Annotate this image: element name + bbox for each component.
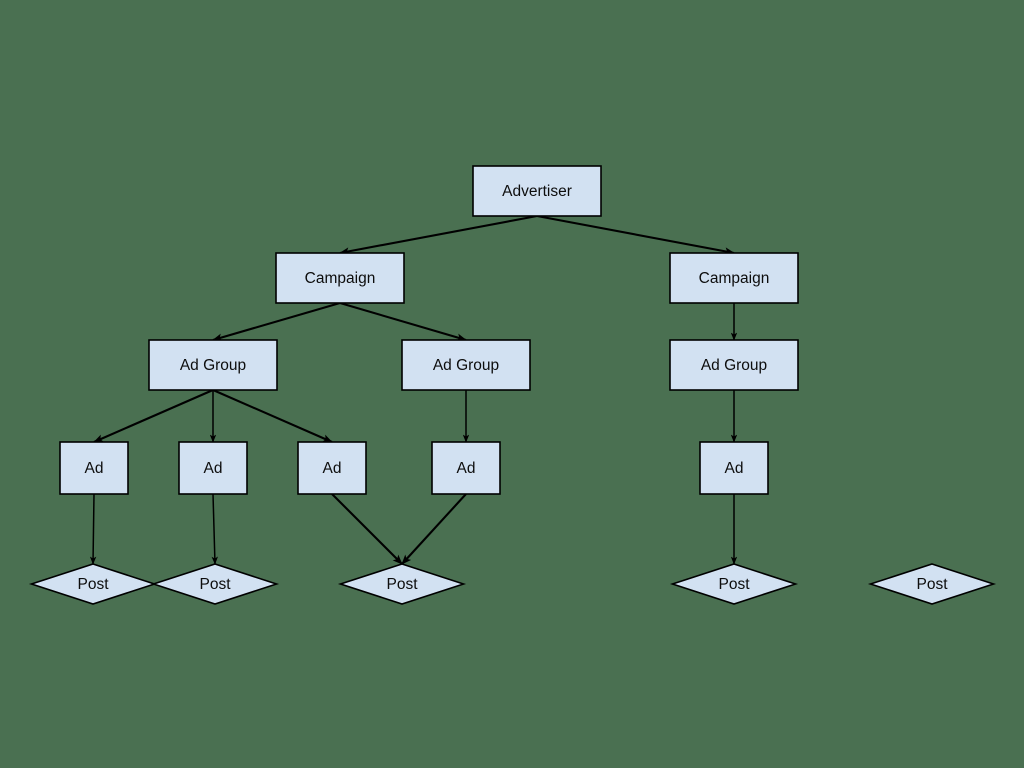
node-label: Ad [85, 460, 104, 477]
node-campaign-2[interactable]: Campaign [669, 252, 799, 304]
node-campaign-1[interactable]: Campaign [275, 252, 405, 304]
edge-line [339, 301, 467, 342]
node-post-4[interactable]: Post [669, 563, 799, 605]
node-ad-1[interactable]: Ad [59, 441, 129, 495]
node-label: Ad [323, 460, 342, 477]
node-ad-4[interactable]: Ad [431, 441, 501, 495]
edge-line [331, 493, 403, 565]
node-label: Post [199, 576, 231, 593]
node-post-1[interactable]: Post [28, 563, 158, 605]
node-post-2[interactable]: Post [150, 563, 280, 605]
edge-adgroup-1-to-ad-1 [93, 389, 214, 443]
edge-line [93, 389, 214, 443]
node-label: Ad Group [180, 357, 246, 374]
edge-line [401, 493, 467, 565]
edge-ad-4-to-post-3 [401, 493, 467, 565]
edge-campaign-1-to-adgroup-1 [212, 301, 341, 342]
edge-line [212, 389, 333, 443]
edge-line [212, 301, 341, 342]
node-label: Ad Group [701, 357, 767, 374]
node-label: Ad [457, 460, 476, 477]
node-adgroup-3[interactable]: Ad Group [669, 339, 799, 391]
node-post-3[interactable]: Post [337, 563, 467, 605]
edge-advertiser-1-to-campaign-2 [536, 214, 735, 256]
node-label: Post [386, 576, 418, 593]
edge-ad-2-to-post-2 [211, 493, 218, 565]
hierarchy-diagram: Advertiser Campaign Campaign Ad Group Ad Gro… [28, 165, 997, 605]
edge-advertiser-1-to-campaign-1 [339, 214, 538, 256]
edge-campaign-1-to-adgroup-2 [339, 301, 467, 342]
node-post-5[interactable]: Post [867, 563, 997, 605]
node-label: Advertiser [502, 183, 572, 200]
edge-line [536, 214, 735, 256]
node-ad-2[interactable]: Ad [178, 441, 248, 495]
node-label: Post [718, 576, 750, 593]
node-label: Ad Group [433, 357, 499, 374]
node-label: Ad [725, 460, 744, 477]
edge-line [89, 493, 97, 565]
node-label: Post [916, 576, 948, 593]
node-advertiser-1[interactable]: Advertiser [472, 165, 602, 217]
node-adgroup-1[interactable]: Ad Group [148, 339, 278, 391]
node-label: Campaign [699, 270, 770, 287]
nodes-layer: Advertiser Campaign Campaign Ad Group Ad Gro… [28, 165, 997, 605]
node-ad-5[interactable]: Ad [699, 441, 769, 495]
edge-ad-3-to-post-3 [331, 493, 403, 565]
node-adgroup-2[interactable]: Ad Group [401, 339, 531, 391]
edge-line [211, 493, 218, 565]
edge-ad-1-to-post-1 [89, 493, 97, 565]
diagram-canvas-container: Advertiser Campaign Campaign Ad Group Ad Gro… [0, 0, 1024, 768]
edge-line [339, 214, 538, 256]
node-label: Post [77, 576, 109, 593]
edge-adgroup-1-to-ad-3 [212, 389, 333, 443]
node-label: Campaign [305, 270, 376, 287]
node-label: Ad [204, 460, 223, 477]
node-ad-3[interactable]: Ad [297, 441, 367, 495]
